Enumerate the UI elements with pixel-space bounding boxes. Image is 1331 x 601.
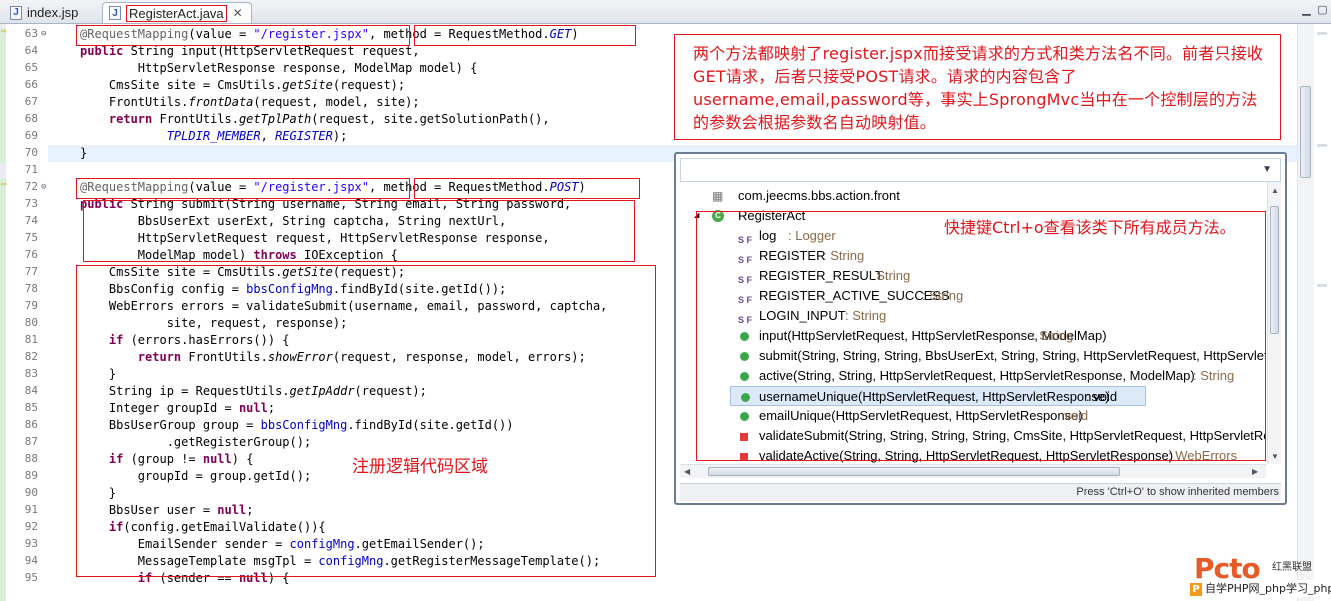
line-number: 72 (24, 180, 38, 193)
line-number: 64 (24, 44, 38, 57)
site-logo-icon: P (1190, 582, 1202, 596)
line-number: 68 (24, 112, 38, 125)
line-number: 76 (24, 248, 38, 261)
highlight-box-post-mapping (76, 178, 410, 199)
line-number: 71 (24, 163, 38, 176)
line-number: 79 (24, 299, 38, 312)
line-number: 80 (24, 316, 38, 329)
tab-label: index.jsp (27, 5, 79, 20)
scrollbar-thumb[interactable] (708, 467, 1120, 476)
line-number: 69 (24, 129, 38, 142)
line-number: 95 (24, 571, 38, 584)
outline-horizontal-scrollbar[interactable]: ◀ ▶ (680, 464, 1266, 478)
code-line: HttpServletResponse response, ModelMap m… (80, 61, 478, 75)
line-number: 85 (24, 401, 38, 414)
line-number: 75 (24, 231, 38, 244)
minimize-icon[interactable]: ▁ (1300, 4, 1313, 17)
line-number: 77 (24, 265, 38, 278)
scroll-down-icon[interactable]: ▼ (1271, 452, 1279, 461)
code-line: TPLDIR_MEMBER, REGISTER); (80, 129, 348, 143)
line-number: 92 (24, 520, 38, 533)
annotation-note-shortcut: 快捷键Ctrl+o查看该类下所有成员方法。 (944, 218, 1236, 237)
line-number: 93 (24, 537, 38, 550)
line-number: 83 (24, 367, 38, 380)
line-number: 94 (24, 554, 38, 567)
editor-tab-bar: J index.jsp J RegisterAct.java ✕ ▁ ▢ (0, 0, 1331, 24)
watermark-tag: 红黑联盟 (1272, 562, 1312, 573)
fold-toggle-icon[interactable]: ⊖ (41, 182, 46, 192)
line-number: 86 (24, 418, 38, 431)
line-number: 78 (24, 282, 38, 295)
line-number: 73 (24, 197, 38, 210)
line-number: 70 (24, 146, 38, 159)
package-icon: ▦ (712, 189, 724, 203)
line-number: 82 (24, 350, 38, 363)
line-number: 67 (24, 95, 38, 108)
line-number: 65 (24, 61, 38, 74)
maximize-icon[interactable]: ▢ (1316, 4, 1329, 17)
change-ruler (0, 24, 6, 601)
highlight-box-members (696, 211, 1266, 461)
java-file-icon: J (109, 6, 121, 20)
line-number: 84 (24, 384, 38, 397)
scroll-right-icon[interactable]: ▶ (1252, 467, 1258, 476)
scrollbar-thumb[interactable] (1300, 86, 1311, 178)
outline-package[interactable]: ▦ com.jeecms.bbs.action.front (680, 186, 1266, 206)
line-number: 89 (24, 469, 38, 482)
line-number: 87 (24, 435, 38, 448)
outline-vertical-scrollbar[interactable]: ▲ ▼ (1267, 182, 1281, 464)
tab-index-jsp[interactable]: J index.jsp (4, 2, 86, 23)
override-marker-icon: ⇨ (1, 26, 8, 37)
highlight-box-get-mapping (76, 25, 410, 46)
code-line: FrontUtils.frontData(request, model, sit… (80, 95, 420, 109)
line-number: 90 (24, 486, 38, 499)
highlight-box-get-method (414, 25, 636, 46)
watermark: Pcto 红黑联盟 P自学PHP网_php学习_php教 (1190, 552, 1331, 601)
line-number: 81 (24, 333, 38, 346)
watermark-site: P自学PHP网_php学习_php教 (1190, 580, 1331, 597)
line-number: 74 (24, 214, 38, 227)
quick-outline-popup[interactable]: ▼ ▦ com.jeecms.bbs.action.front ◢ C Regi… (674, 152, 1287, 505)
code-line: CmsSite site = CmsUtils.getSite(request)… (80, 78, 406, 92)
line-number: 91 (24, 503, 38, 516)
jsp-file-icon: J (10, 5, 22, 20)
highlight-box-post-method (414, 178, 640, 199)
highlight-box-register-logic (76, 265, 656, 577)
outline-filter-input[interactable]: ▼ (680, 158, 1281, 182)
line-number: 66 (24, 78, 38, 91)
scrollbar-thumb[interactable] (1270, 206, 1279, 334)
override-marker-icon: ⇨ (1, 179, 8, 190)
code-line: return FrontUtils.getTplPath(request, si… (80, 112, 550, 126)
tab-registeract-java[interactable]: J RegisterAct.java ✕ (102, 2, 252, 23)
outline-status-bar: Press 'Ctrl+O' to show inherited members (680, 483, 1281, 501)
view-menu-icon[interactable]: ▼ (1262, 164, 1272, 175)
scroll-up-icon[interactable]: ▲ (1271, 186, 1279, 195)
close-icon[interactable]: ✕ (233, 6, 243, 20)
annotation-note-mapping: 两个方法都映射了register.jspx而接受请求的方式和类方法名不同。前者只… (674, 34, 1281, 140)
fold-toggle-icon[interactable]: ⊖ (41, 29, 46, 39)
tab-label: RegisterAct.java (126, 4, 227, 22)
scroll-left-icon[interactable]: ◀ (684, 467, 690, 476)
line-number: 63 (24, 27, 38, 40)
editor-vertical-scrollbar[interactable] (1297, 24, 1331, 601)
code-line: } (80, 146, 88, 160)
line-number: 88 (24, 452, 38, 465)
highlight-box-params (83, 200, 635, 262)
annotation-note-register: 注册逻辑代码区域 (352, 457, 488, 477)
